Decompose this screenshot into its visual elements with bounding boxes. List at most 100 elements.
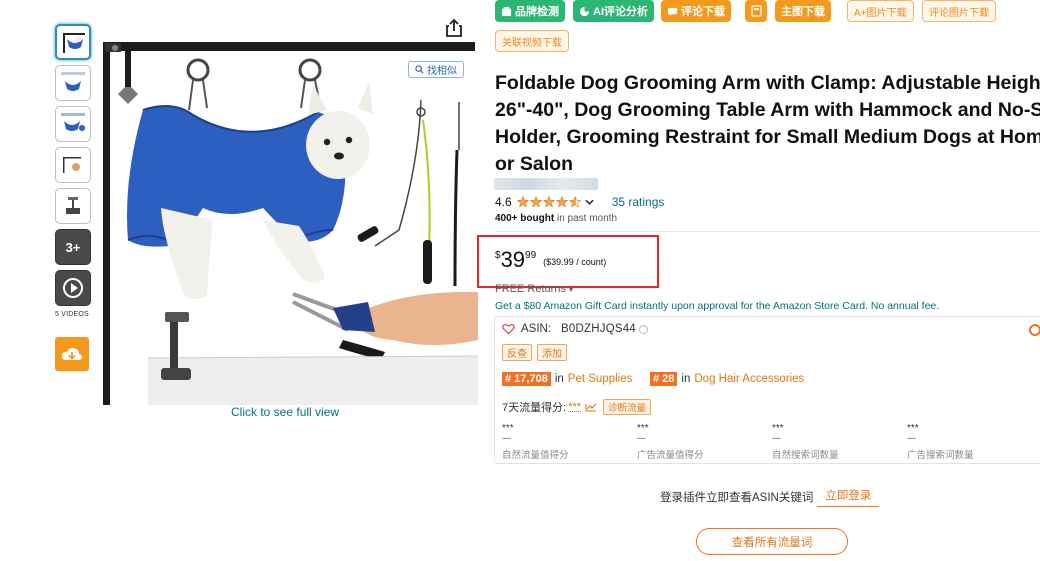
rank-category-link[interactable]: Dog Hair Accessories [694, 373, 804, 385]
thumbnail-image [61, 113, 85, 131]
divider [495, 231, 1040, 232]
click-full-view-link[interactable]: Click to see full view [231, 405, 339, 419]
chevron-down-icon[interactable] [585, 199, 594, 205]
price: $ 39 99 ($39.99 / count) [495, 247, 606, 273]
asin-value: B0DZHJQS44 [561, 323, 636, 335]
chevron-down-icon: ▾ [568, 285, 573, 294]
blurred-store-link[interactable] [494, 178, 598, 190]
cloud-download-icon [61, 347, 83, 360]
metric-dash: ---- [907, 433, 916, 443]
review-image-download-button[interactable]: 评论图片下载 [922, 0, 996, 22]
star-icon [542, 196, 555, 208]
videos-count-label: 5 VIDEOS [55, 311, 89, 318]
ai-review-analysis-button[interactable]: AI评论分析 [573, 0, 654, 22]
metric-label: 广告搜索词数量 [907, 450, 974, 461]
thumbnail-image [61, 72, 85, 91]
heart-icon[interactable] [502, 323, 515, 335]
free-returns-link[interactable]: FREE Returns ▾ [495, 283, 573, 295]
brand-check-label: 品牌检测 [515, 6, 559, 18]
thumbnail-image [63, 33, 85, 53]
metric-dash: ---- [637, 433, 646, 443]
review-download-label: 评论下载 [681, 6, 725, 18]
view-all-keywords-button[interactable]: 查看所有流量词 [696, 528, 848, 555]
rating-value: 4.6 [495, 195, 512, 209]
thumbnail-4[interactable] [55, 147, 91, 183]
metric-value: *** [907, 423, 919, 434]
thumbnail-video[interactable] [55, 270, 91, 306]
related-video-download-button[interactable]: 关联视频下载 [495, 30, 569, 52]
metric-dash: ---- [772, 433, 781, 443]
product-title: Foldable Dog Grooming Arm with Clamp: Ad… [495, 70, 1040, 178]
search-icon [415, 65, 424, 74]
metric-natural-keywords: *** ---- 自然搜索词数量 [772, 424, 839, 462]
comment-icon [667, 7, 678, 16]
star-icon [555, 196, 568, 208]
plugin-settings-icon[interactable] [1029, 324, 1040, 336]
review-download-button[interactable]: 评论下载 [661, 0, 731, 22]
metric-dash: ---- [502, 433, 511, 443]
brand-check-button[interactable]: 品牌检测 [495, 0, 565, 22]
star-icon [516, 196, 529, 208]
box-icon [501, 6, 512, 16]
thumbnail-image [63, 157, 81, 173]
flow-score-label: 7天流量得分: [502, 402, 567, 414]
metric-ad-keywords: *** ---- 广告搜索词数量 [907, 423, 974, 462]
image-download-button[interactable] [55, 337, 89, 371]
seven-day-flow-score: 7天流量得分: *** 诊断流量 [502, 399, 652, 415]
rank-in-label: in [554, 373, 564, 385]
rank-pet-supplies: # 17,708 in Pet Supplies [502, 372, 632, 386]
thumbnail-strip: 3+ 5 VIDEOS [55, 24, 91, 318]
more-count: 3+ [65, 239, 81, 255]
metric-value: *** [502, 423, 514, 434]
star-icon [529, 196, 542, 208]
price-per-unit: ($39.99 / count) [543, 257, 607, 267]
free-returns-label: FREE Returns [495, 283, 566, 295]
title-line-4: or Salon [495, 153, 574, 175]
find-similar-button[interactable]: 找相似 [408, 61, 464, 78]
find-similar-label: 找相似 [427, 66, 457, 77]
metric-natural-flow: *** ---- 自然流量值得分 [502, 423, 569, 462]
main-image-download-button[interactable]: 主图下载 [775, 0, 831, 22]
calculator-button[interactable] [745, 0, 767, 22]
aplus-image-download-button[interactable]: A+图片下载 [847, 0, 914, 22]
thumbnail-5[interactable] [55, 188, 91, 224]
login-now-link[interactable]: 立即登录 [817, 487, 880, 507]
price-fraction: 99 [525, 250, 537, 261]
play-icon [63, 278, 83, 298]
copy-icon[interactable] [638, 324, 648, 334]
price-whole: 39 [500, 247, 526, 272]
login-prompt-text: 登录插件立即查看ASIN关键词 [660, 492, 814, 504]
gift-card-offer[interactable]: Get a $80 Amazon Gift Card instantly upo… [495, 300, 939, 312]
add-button[interactable]: 添加 [537, 344, 567, 361]
rank-badge: # 17,708 [502, 372, 551, 386]
main-image-download-label: 主图下载 [781, 6, 825, 18]
related-video-download-label: 关联视频下载 [502, 37, 562, 49]
flow-score-value: *** [568, 401, 582, 413]
rank-category-link[interactable]: Pet Supplies [568, 373, 633, 385]
main-product-image[interactable] [103, 40, 478, 405]
trend-chart-icon[interactable] [585, 403, 597, 412]
metric-label: 自然搜索词数量 [772, 450, 839, 461]
rank-in-label: in [681, 373, 691, 385]
share-icon[interactable] [445, 18, 463, 38]
star-icon [568, 196, 581, 208]
rating-row: 4.6 35 ratings [495, 195, 664, 209]
metric-label: 自然流量值得分 [502, 450, 569, 461]
product-illustration [103, 42, 478, 405]
ai-review-label: AI评论分析 [593, 6, 648, 18]
star-rating[interactable] [516, 196, 581, 208]
thumbnail-3[interactable] [55, 106, 91, 142]
ratings-count-link[interactable]: 35 ratings [612, 195, 665, 209]
thumbnail-more[interactable]: 3+ [55, 229, 91, 265]
thumbnail-2[interactable] [55, 65, 91, 101]
rank-badge: # 28 [650, 372, 678, 386]
title-line-1: Foldable Dog Grooming Arm with Clamp: Ad… [495, 72, 1040, 94]
thumbnail-image [66, 197, 80, 214]
thumbnail-1[interactable] [55, 24, 91, 60]
diagnose-flow-button[interactable]: 诊断流量 [603, 399, 652, 415]
calculator-icon [750, 5, 762, 17]
metric-value: *** [637, 423, 649, 434]
asin-row: ASIN: B0DZHJQS44 [502, 323, 648, 335]
login-prompt-row: 登录插件立即查看ASIN关键词 立即登录 [660, 487, 880, 507]
reverse-lookup-button[interactable]: 反查 [502, 344, 532, 361]
